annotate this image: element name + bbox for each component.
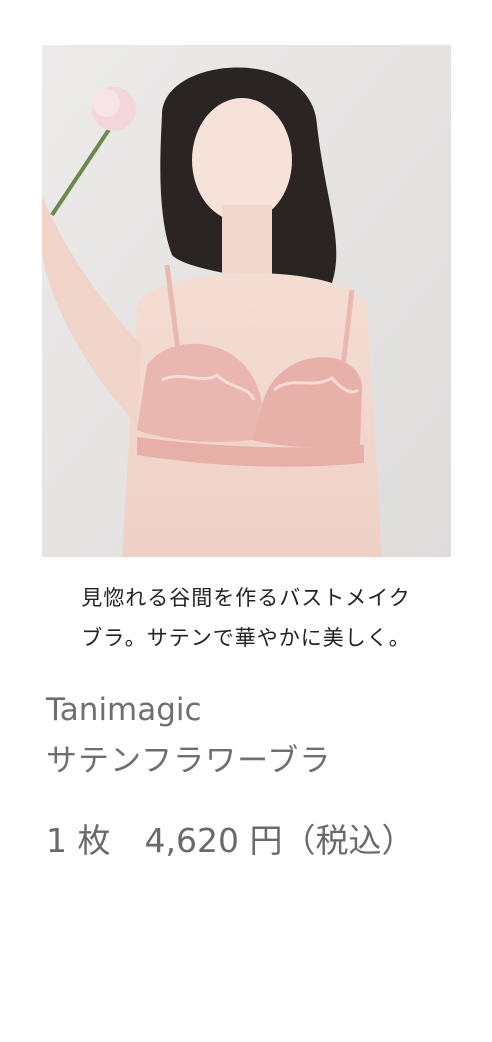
product-image[interactable] <box>42 45 451 557</box>
product-name[interactable]: サテンフラワーブラ <box>46 738 331 784</box>
catch-copy-line-1: 見惚れる谷間を作るバストメイク <box>81 586 411 610</box>
quantity-label: 1 枚 <box>46 821 111 860</box>
price-label: 4,620 円（税込） <box>144 821 415 860</box>
product-card[interactable]: 見惚れる谷間を作るバストメイク ブラ。サテンで華やかに美しく。 Tanimagi… <box>0 0 492 1042</box>
product-photo-illustration <box>42 45 451 557</box>
catch-copy-line-2: ブラ。サテンで華やかに美しく。 <box>81 626 411 650</box>
price-row: 1 枚 4,620 円（税込） <box>46 816 414 866</box>
brand-name[interactable]: Tanimagic <box>46 688 202 732</box>
catch-copy: 見惚れる谷間を作るバストメイク ブラ。サテンで華やかに美しく。 <box>30 578 462 658</box>
